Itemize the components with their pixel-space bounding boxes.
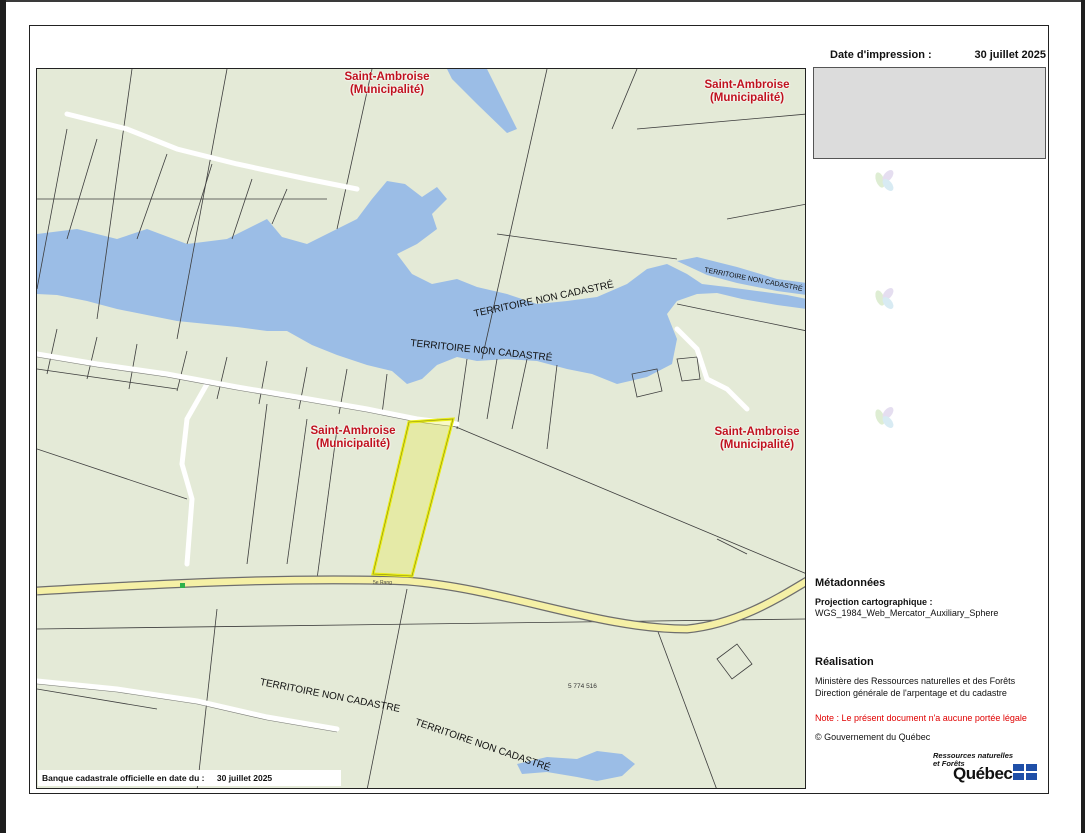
window-top-edge [0, 0, 1085, 2]
road-marker-icon [180, 583, 185, 588]
window-right-edge [1081, 0, 1085, 833]
window-left-edge [0, 0, 6, 833]
municipality-type: (Municipalité) [315, 438, 391, 450]
cadastral-date-value: 30 juillet 2025 [216, 773, 273, 783]
cadastral-date-text: Banque cadastrale officielle en date du … [42, 773, 205, 783]
realisation-heading: Réalisation [815, 656, 874, 668]
municipality-label: Saint-Ambroise (Municipalité) [303, 425, 403, 451]
cadastral-date-label: Banque cadastrale officielle en date du … [38, 770, 341, 786]
leaf-watermark-icon [875, 170, 894, 191]
print-date: Date d'impression : 30 juillet 2025 [830, 49, 1046, 61]
leaf-watermark-icon [875, 407, 894, 428]
municipality-type: (Municipalité) [349, 84, 425, 96]
print-date-value: 30 juillet 2025 [974, 49, 1046, 61]
map-canvas[interactable] [37, 69, 806, 789]
municipality-name: Saint-Ambroise [704, 79, 790, 91]
metadata-heading: Métadonnées [815, 577, 886, 589]
municipality-name: Saint-Ambroise [714, 426, 800, 438]
municipality-label: Saint-Ambroise (Municipalité) [707, 426, 805, 452]
lot-number-label: 5 774 516 [568, 683, 597, 690]
copyright: © Gouvernement du Québec [815, 732, 931, 742]
municipality-name: Saint-Ambroise [344, 71, 430, 83]
legal-note: Note : Le présent document n'a aucune po… [815, 713, 1027, 723]
inset-placeholder-box [813, 67, 1046, 159]
ministry-name: Ministère des Ressources naturelles et d… [815, 676, 1016, 686]
projection-value: WGS_1984_Web_Mercator_Auxiliary_Sphere [815, 608, 999, 618]
direction-name: Direction générale de l'arpentage et du … [815, 688, 1007, 698]
quebec-logo-text: Québec [953, 764, 1013, 783]
municipality-type: (Municipalité) [719, 439, 795, 451]
leaf-watermark-icon [875, 288, 894, 309]
road-name-label: 5e Rang [373, 580, 392, 586]
cadastral-map[interactable]: Saint-Ambroise (Municipalité) Saint-Ambr… [36, 68, 806, 789]
municipality-name: Saint-Ambroise [310, 425, 396, 437]
municipality-label: Saint-Ambroise (Municipalité) [337, 71, 437, 97]
municipality-type: (Municipalité) [709, 92, 785, 104]
quebec-flag-icon [1013, 764, 1037, 780]
municipality-label: Saint-Ambroise (Municipalité) [697, 79, 797, 105]
print-date-label: Date d'impression : [830, 49, 932, 61]
